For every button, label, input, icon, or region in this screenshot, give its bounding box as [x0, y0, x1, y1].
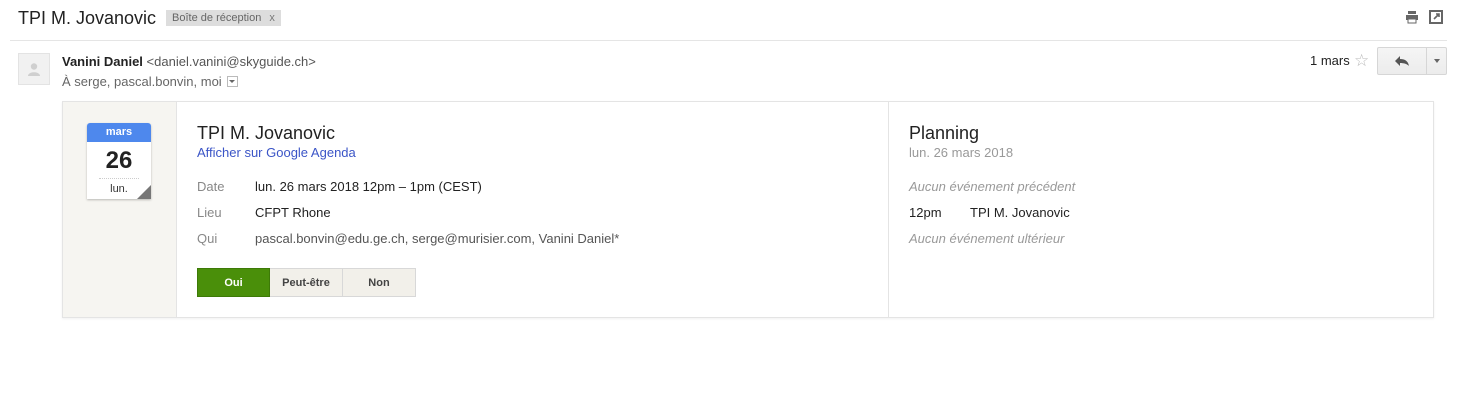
- thread-subject: TPI M. Jovanovic: [18, 7, 157, 28]
- calendar-month: mars: [87, 123, 151, 142]
- event-title: TPI M. Jovanovic: [197, 123, 336, 143]
- rsvp-yes-button[interactable]: Oui: [197, 268, 270, 297]
- view-in-google-calendar-link[interactable]: Afficher sur Google Agenda: [197, 145, 356, 160]
- label-text: Boîte de réception: [172, 12, 262, 24]
- detail-key: Qui: [197, 231, 218, 246]
- page-fold-icon: [137, 185, 151, 199]
- more-actions-button[interactable]: [1427, 47, 1447, 75]
- agenda-event: 12pm TPI M. Jovanovic: [909, 205, 1070, 220]
- remove-label-button[interactable]: x: [269, 10, 275, 26]
- rsvp-maybe-button[interactable]: Peut-être: [270, 268, 343, 297]
- sender-line: Vanini Daniel <daniel.vanini@skyguide.ch…: [62, 54, 316, 69]
- event-guests-row: Qui pascal.bonvin@edu.ge.ch, serge@muris…: [197, 231, 619, 246]
- detail-value: lun. 26 mars 2018 12pm – 1pm (CEST): [255, 179, 482, 194]
- sender-email: <daniel.vanini@skyguide.ch>: [146, 54, 316, 69]
- detail-value: pascal.bonvin@edu.ge.ch, serge@murisier.…: [255, 231, 620, 246]
- detail-key: Lieu: [197, 205, 222, 220]
- calendar-date-icon: mars 26 lun.: [87, 123, 151, 199]
- calendar-icon-column: mars 26 lun.: [63, 102, 177, 317]
- recipients-text: À serge, pascal.bonvin, moi: [62, 74, 222, 89]
- star-icon[interactable]: ☆: [1354, 51, 1369, 71]
- calendar-day: 26: [105, 147, 133, 174]
- detail-key: Date: [197, 179, 225, 194]
- print-icon[interactable]: [1405, 10, 1419, 24]
- person-icon: [28, 63, 40, 76]
- no-previous-event: Aucun événement précédent: [909, 179, 1076, 194]
- event-location-row: Lieu CFPT Rhone: [197, 205, 331, 220]
- header-divider: [10, 40, 1447, 41]
- agenda-panel: Planning lun. 26 mars 2018 Aucun événeme…: [889, 102, 1433, 317]
- recipients-line: À serge, pascal.bonvin, moi: [62, 74, 238, 89]
- thread-actions: [1405, 10, 1443, 24]
- open-in-new-window-icon[interactable]: [1429, 10, 1443, 24]
- message-date: 1 mars: [1310, 53, 1350, 68]
- agenda-event-name: TPI M. Jovanovic: [970, 205, 1070, 220]
- reply-icon: [1395, 56, 1409, 66]
- sender-name[interactable]: Vanini Daniel: [62, 54, 143, 69]
- show-details-dropdown[interactable]: [226, 76, 238, 87]
- reply-button[interactable]: [1377, 47, 1427, 75]
- agenda-title: Planning: [909, 123, 980, 143]
- agenda-event-time: 12pm: [909, 205, 942, 220]
- agenda-date: lun. 26 mars 2018: [909, 145, 1014, 160]
- thread-header: TPI M. Jovanovic Boîte de réception x: [18, 6, 281, 30]
- inbox-label-chip[interactable]: Boîte de réception x: [166, 10, 281, 26]
- rsvp-buttons: Oui Peut-être Non: [197, 268, 416, 297]
- event-date-row: Date lun. 26 mars 2018 12pm – 1pm (CEST): [197, 179, 482, 194]
- event-details: TPI M. Jovanovic Afficher sur Google Age…: [176, 102, 889, 317]
- calendar-separator: [99, 178, 139, 179]
- sender-avatar[interactable]: [18, 53, 50, 85]
- no-next-event: Aucun événement ultérieur: [909, 231, 1065, 246]
- rsvp-no-button[interactable]: Non: [343, 268, 416, 297]
- reply-button-group: [1377, 47, 1447, 75]
- calendar-invite-card: mars 26 lun. TPI M. Jovanovic Afficher s…: [62, 101, 1434, 318]
- detail-value[interactable]: CFPT Rhone: [255, 205, 331, 220]
